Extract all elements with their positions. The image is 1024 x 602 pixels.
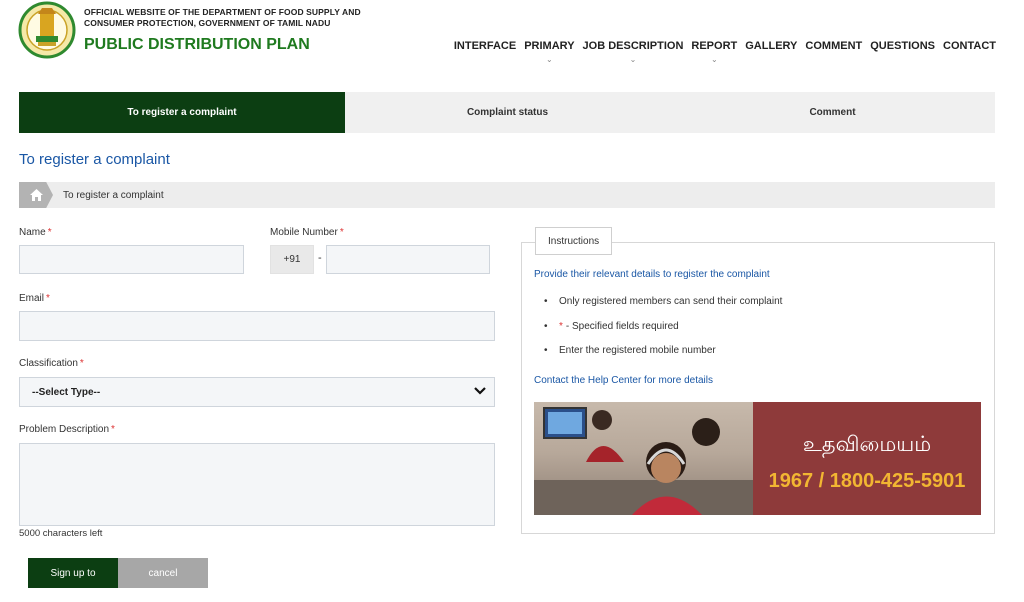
breadcrumb-current: To register a complaint bbox=[63, 189, 164, 201]
chevron-down-icon: ⌄ bbox=[546, 55, 553, 64]
classification-selected-value: --Select Type-- bbox=[32, 386, 101, 398]
helpline-banner: உதவிமையம் 1967 / 1800-425-5901 bbox=[534, 402, 981, 515]
list-item: • Only registered members can send their … bbox=[544, 296, 783, 307]
help-center-link[interactable]: Contact the Help Center for more details bbox=[534, 375, 713, 386]
tab-register-complaint[interactable]: To register a complaint bbox=[19, 92, 345, 133]
problem-description-label: Problem Description * bbox=[19, 424, 115, 435]
nav-comment[interactable]: COMMENT bbox=[805, 40, 862, 52]
name-label: Name * bbox=[19, 227, 52, 238]
required-mark: * bbox=[47, 227, 52, 238]
site-title[interactable]: PUBLIC DISTRIBUTION PLAN bbox=[84, 36, 310, 54]
required-mark: * bbox=[559, 320, 563, 332]
tamil-nadu-emblem-icon[interactable] bbox=[18, 0, 76, 60]
helpline-panel: உதவிமையம் 1967 / 1800-425-5901 bbox=[753, 402, 981, 515]
official-line-1: OFFICIAL WEBSITE OF THE DEPARTMENT OF FO… bbox=[84, 7, 361, 17]
characters-left-counter: 5000 characters left bbox=[19, 528, 103, 539]
official-line-2: CONSUMER PROTECTION, GOVERNMENT OF TAMIL… bbox=[84, 18, 331, 28]
instructions-list: • Only registered members can send their … bbox=[544, 296, 782, 370]
nav-contact[interactable]: CONTACT bbox=[943, 40, 996, 52]
instructions-legend: Instructions bbox=[535, 227, 613, 255]
mobile-country-code: +91 bbox=[270, 245, 314, 274]
required-mark: * bbox=[111, 424, 115, 435]
helpline-phone: 1967 / 1800-425-5901 bbox=[768, 470, 966, 492]
mobile-separator: - bbox=[318, 252, 322, 264]
instructions-lead: Provide their relevant details to regist… bbox=[534, 269, 770, 280]
required-mark: * bbox=[79, 358, 84, 369]
home-icon[interactable] bbox=[19, 182, 53, 208]
nav-interface[interactable]: INTERFACE bbox=[454, 40, 516, 52]
chevron-down-icon: ⌄ bbox=[629, 55, 637, 64]
name-input[interactable] bbox=[19, 245, 244, 274]
nav-primary[interactable]: PRIMARY ⌄ bbox=[524, 40, 574, 64]
classification-select[interactable]: --Select Type-- bbox=[19, 377, 495, 407]
tab-complaint-status[interactable]: Complaint status bbox=[345, 92, 670, 133]
problem-description-textarea[interactable] bbox=[19, 443, 495, 526]
required-mark: * bbox=[339, 227, 344, 238]
helpline-title: உதவிமையம் bbox=[802, 432, 932, 456]
cancel-button[interactable]: cancel bbox=[118, 558, 208, 588]
email-input[interactable] bbox=[19, 311, 495, 341]
call-center-photo bbox=[534, 402, 753, 515]
official-website-notice: OFFICIAL WEBSITE OF THE DEPARTMENT OF FO… bbox=[84, 7, 361, 29]
breadcrumb: To register a complaint bbox=[19, 182, 995, 208]
page-title: To register a complaint bbox=[19, 151, 170, 168]
main-nav: INTERFACE PRIMARY ⌄ JOB DESCRIPTION ⌄ REPO… bbox=[454, 40, 996, 64]
nav-gallery[interactable]: GALLERY bbox=[745, 40, 797, 52]
mobile-label: Mobile Number * bbox=[270, 227, 344, 238]
chevron-down-icon bbox=[474, 386, 486, 398]
list-item: • Enter the registered mobile number bbox=[544, 345, 716, 356]
nav-job-description[interactable]: JOB DESCRIPTION ⌄ bbox=[583, 40, 684, 64]
list-item: • * - Specified fields required bbox=[544, 320, 679, 332]
email-label: Email * bbox=[19, 293, 50, 304]
tab-comment[interactable]: Comment bbox=[670, 92, 995, 133]
nav-questions[interactable]: QUESTIONS bbox=[870, 40, 935, 52]
chevron-down-icon: ⌄ bbox=[710, 55, 718, 64]
mobile-number-input[interactable] bbox=[326, 245, 490, 274]
nav-report[interactable]: REPORT ⌄ bbox=[691, 40, 737, 64]
complaint-tabs: To register a complaint Complaint status… bbox=[19, 92, 995, 133]
submit-button[interactable]: Sign up to bbox=[28, 558, 118, 588]
classification-label: Classification * bbox=[19, 358, 84, 369]
required-mark: * bbox=[46, 293, 50, 304]
